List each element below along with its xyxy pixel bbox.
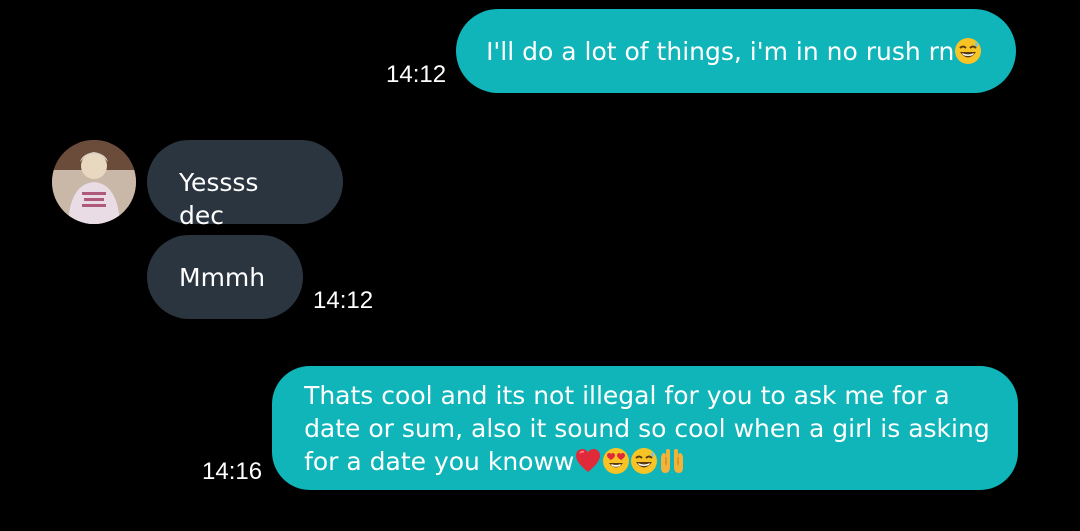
- message-bubble-sent[interactable]: Thats cool and its not illegal for you t…: [272, 366, 1019, 490]
- message-text: Yessss dec: [179, 168, 259, 230]
- message-text-line-text: for a date you knoww: [304, 447, 575, 476]
- message-text-line: Thats cool and its not illegal for you t…: [304, 381, 950, 410]
- message-bubble-sent[interactable]: I'll do a lot of things, i'm in no rush …: [456, 9, 1017, 93]
- grinning-sweat-emoji: [630, 447, 658, 475]
- message-row-sent: 14:16 Thats cool and its not illegal for…: [202, 366, 1019, 490]
- contact-avatar[interactable]: [52, 140, 136, 224]
- message-bubble-received[interactable]: Mmmh: [147, 235, 303, 319]
- message-bubble-received[interactable]: Yessss dec: [147, 140, 343, 230]
- palms-up-emoji: [658, 447, 686, 475]
- message-row-sent: 14:12 I'll do a lot of things, i'm in no…: [386, 9, 1017, 93]
- message-row-received: Mmmh 14:12: [147, 235, 373, 319]
- message-text: Mmmh: [179, 263, 266, 292]
- message-timestamp: 14:16: [202, 458, 263, 485]
- message-text-line: date or sum, also it sound so cool when …: [304, 414, 990, 443]
- grinning-sweat-emoji: [954, 37, 982, 65]
- message-timestamp: 14:12: [386, 61, 447, 88]
- message-text: I'll do a lot of things, i'm in no rush …: [486, 37, 955, 66]
- message-text-line: for a date you knoww: [304, 445, 998, 478]
- red-heart-emoji: [574, 447, 602, 475]
- message-timestamp: 14:12: [313, 287, 374, 314]
- heart-eyes-emoji: [602, 447, 630, 475]
- message-row-received: Yessss dec: [147, 140, 343, 230]
